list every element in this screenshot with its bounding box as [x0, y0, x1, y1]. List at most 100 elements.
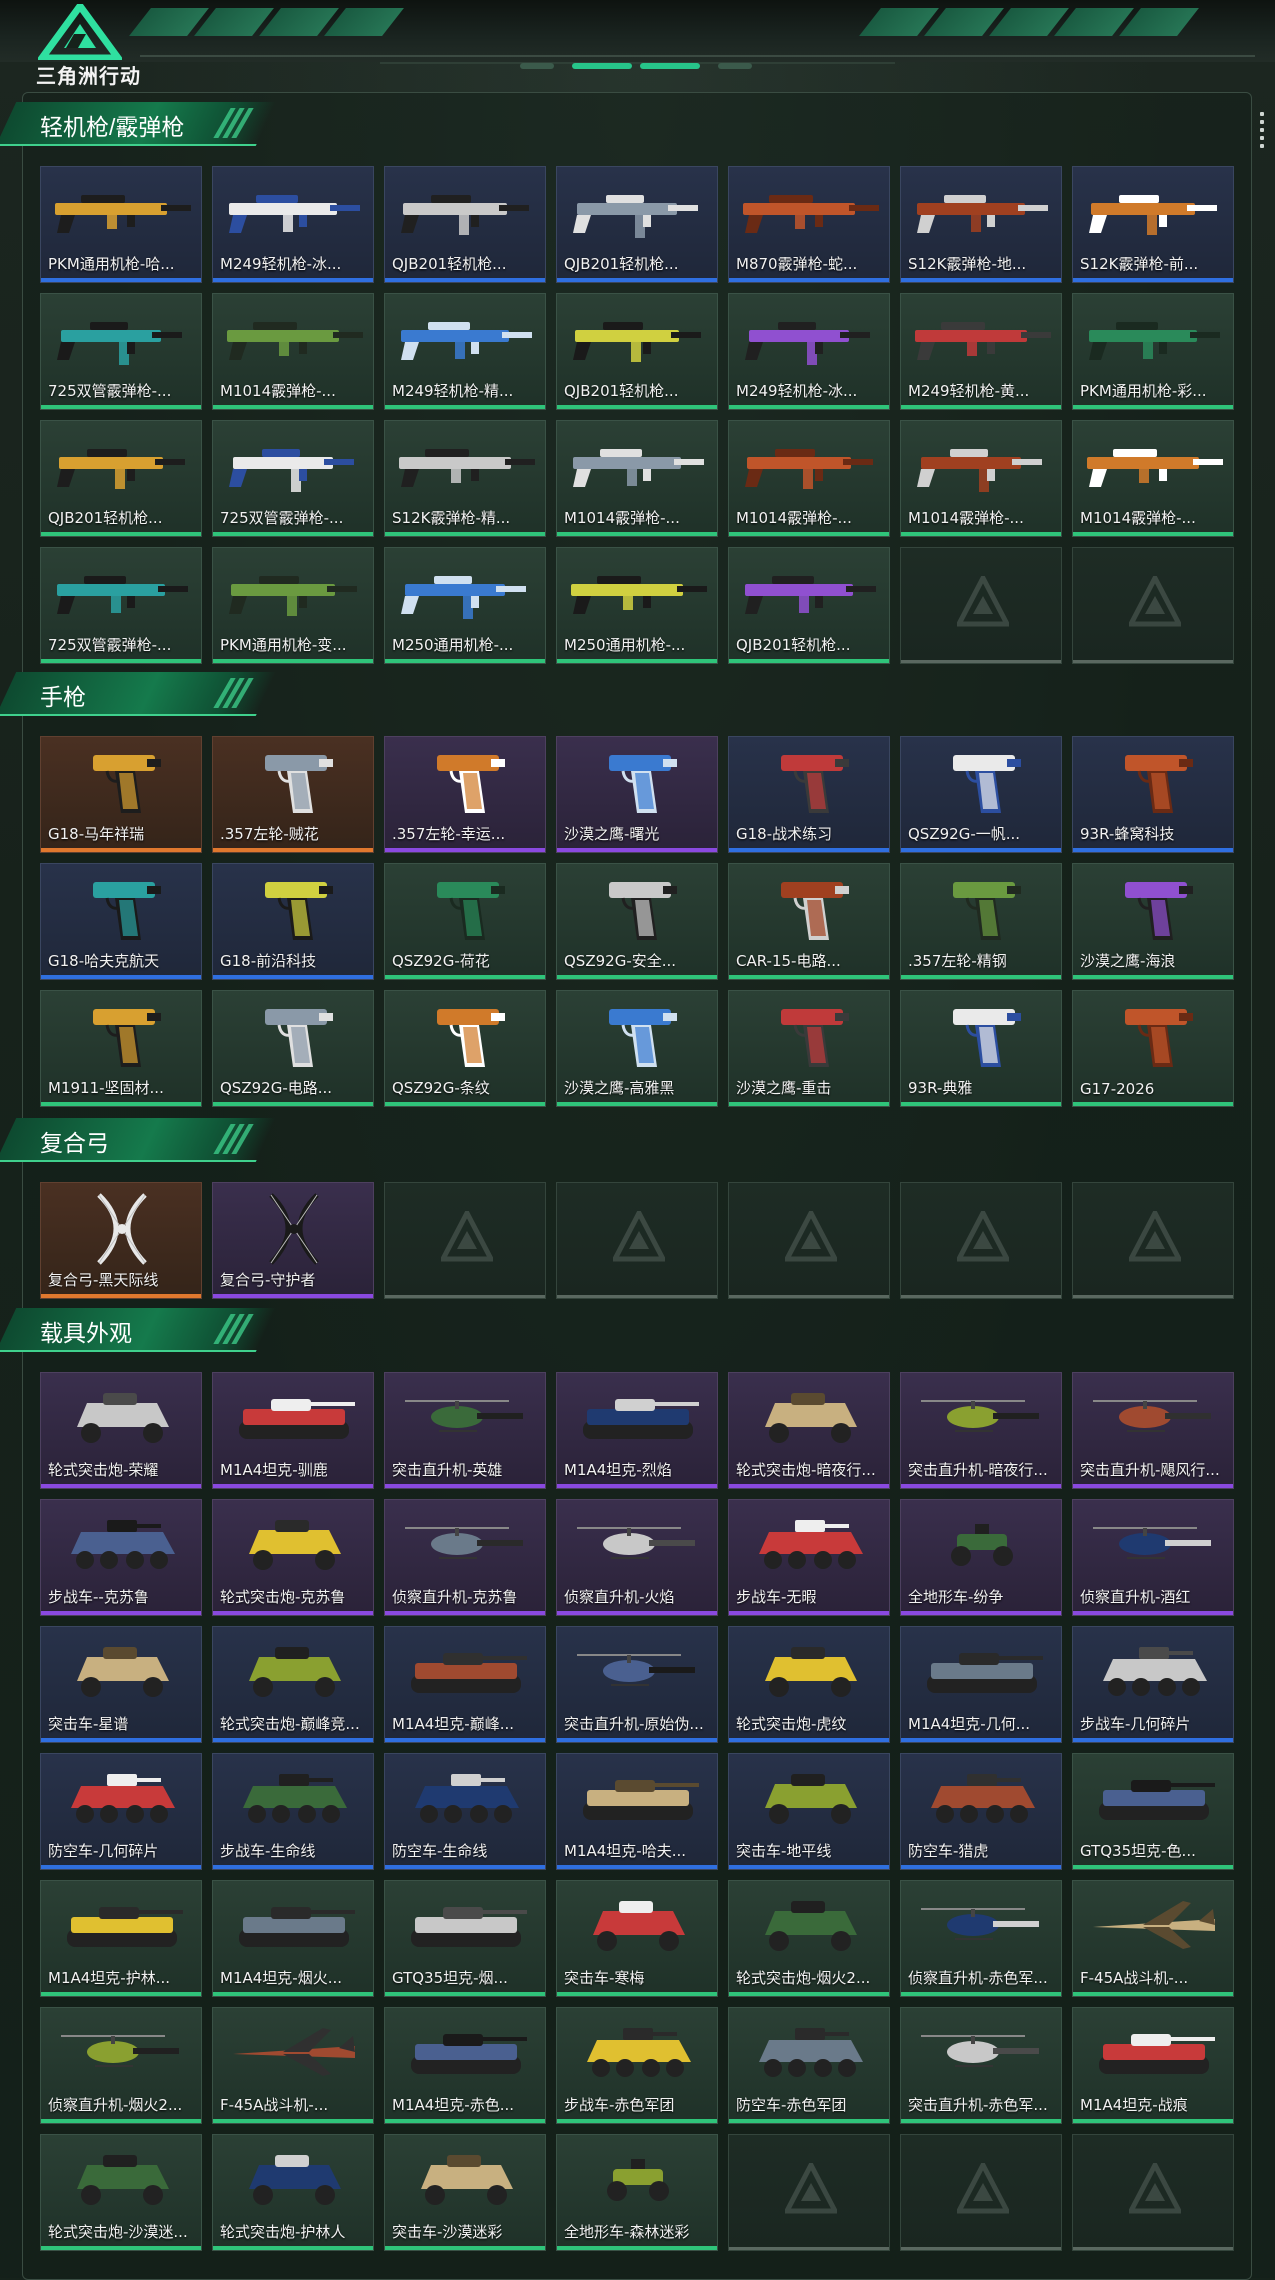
skin-card[interactable]: QSZ92G-荷花: [384, 863, 546, 980]
skin-card[interactable]: 轮式突击炮-荣耀: [40, 1372, 202, 1489]
skin-card[interactable]: 沙漠之鹰-高雅黑: [556, 990, 718, 1107]
skin-card[interactable]: 步战车--克苏鲁: [40, 1499, 202, 1616]
skin-card[interactable]: 突击直升机-英雄: [384, 1372, 546, 1489]
item-grid: 轮式突击炮-荣耀 M1A4坦克-驯鹿 突击直升机-英雄 M1A4坦克-烈焰 轮式…: [40, 1372, 1234, 2251]
skin-card[interactable]: 沙漠之鹰-曙光: [556, 736, 718, 853]
skin-card[interactable]: M870霰弹枪-蛇...: [728, 166, 890, 283]
skin-card[interactable]: QJB201轻机枪...: [384, 166, 546, 283]
skin-card[interactable]: 突击车-星谱: [40, 1626, 202, 1743]
skin-card[interactable]: 沙漠之鹰-海浪: [1072, 863, 1234, 980]
skin-card[interactable]: 轮式突击炮-沙漠迷...: [40, 2134, 202, 2251]
skin-card[interactable]: GTQ35坦克-烟...: [384, 1880, 546, 1997]
skin-card[interactable]: G18-前沿科技: [212, 863, 374, 980]
skin-card[interactable]: 防空车-赤色军团: [728, 2007, 890, 2124]
skin-card[interactable]: 轮式突击炮-护林人: [212, 2134, 374, 2251]
skin-card[interactable]: M1014霰弹枪-...: [556, 420, 718, 537]
skin-card[interactable]: S12K霰弹枪-精...: [384, 420, 546, 537]
skin-card[interactable]: F-45A战斗机-...: [212, 2007, 374, 2124]
skin-card[interactable]: GTQ35坦克-色...: [1072, 1753, 1234, 1870]
skin-card[interactable]: .357左轮-贼花: [212, 736, 374, 853]
skin-card[interactable]: QSZ92G-电路...: [212, 990, 374, 1107]
skin-card[interactable]: 防空车-生命线: [384, 1753, 546, 1870]
skin-card[interactable]: 突击直升机-原始伪...: [556, 1626, 718, 1743]
skin-card[interactable]: 突击车-寒梅: [556, 1880, 718, 1997]
skin-card[interactable]: QSZ92G-安全...: [556, 863, 718, 980]
skin-card[interactable]: S12K霰弹枪-前...: [1072, 166, 1234, 283]
skin-card[interactable]: 轮式突击炮-虎纹: [728, 1626, 890, 1743]
skin-card[interactable]: 步战车-几何碎片: [1072, 1626, 1234, 1743]
skin-card[interactable]: QSZ92G-条纹: [384, 990, 546, 1107]
skin-card[interactable]: M1A4坦克-护林...: [40, 1880, 202, 1997]
skin-card[interactable]: .357左轮-精钢: [900, 863, 1062, 980]
skin-card[interactable]: 93R-蜂窝科技: [1072, 736, 1234, 853]
skin-card[interactable]: M1A4坦克-哈夫...: [556, 1753, 718, 1870]
skin-card[interactable]: M1911-坚固材...: [40, 990, 202, 1107]
vehicle-skin-image: [593, 1901, 685, 1951]
skin-card[interactable]: M1014霰弹枪-...: [1072, 420, 1234, 537]
skin-card[interactable]: 轮式突击炮-巅峰竞...: [212, 1626, 374, 1743]
skin-card[interactable]: S12K霰弹枪-地...: [900, 166, 1062, 283]
skin-card[interactable]: M249轻机枪-黄...: [900, 293, 1062, 410]
skin-card[interactable]: F-45A战斗机-...: [1072, 1880, 1234, 1997]
skin-card[interactable]: 步战车-无暇: [728, 1499, 890, 1616]
skin-card[interactable]: PKM通用机枪-变...: [212, 547, 374, 664]
skin-card[interactable]: M1A4坦克-战痕: [1072, 2007, 1234, 2124]
skin-card[interactable]: PKM通用机枪-哈...: [40, 166, 202, 283]
skin-card[interactable]: .357左轮-幸运...: [384, 736, 546, 853]
skin-card[interactable]: QJB201轻机枪...: [40, 420, 202, 537]
skin-card[interactable]: 侦察直升机-烟火2...: [40, 2007, 202, 2124]
skin-card[interactable]: 侦察直升机-赤色军...: [900, 1880, 1062, 1997]
skin-card[interactable]: M250通用机枪-...: [384, 547, 546, 664]
skin-card[interactable]: M1A4坦克-几何...: [900, 1626, 1062, 1743]
rarity-bar: [557, 1102, 717, 1106]
skin-card[interactable]: M249轻机枪-冰...: [728, 293, 890, 410]
skin-card[interactable]: 步战车-生命线: [212, 1753, 374, 1870]
skin-card[interactable]: 侦察直升机-火焰: [556, 1499, 718, 1616]
skin-card[interactable]: QJB201轻机枪...: [556, 166, 718, 283]
skin-card[interactable]: G18-马年祥瑞: [40, 736, 202, 853]
skin-card[interactable]: M1014霰弹枪-...: [900, 420, 1062, 537]
skin-card[interactable]: M249轻机枪-冰...: [212, 166, 374, 283]
skin-card[interactable]: 725双管霰弹枪-...: [212, 420, 374, 537]
skin-card[interactable]: 轮式突击炮-烟火2...: [728, 1880, 890, 1997]
skin-card[interactable]: M1014霰弹枪-...: [212, 293, 374, 410]
skin-card[interactable]: M1014霰弹枪-...: [728, 420, 890, 537]
skin-card[interactable]: 突击车-地平线: [728, 1753, 890, 1870]
skin-card[interactable]: 侦察直升机-酒红: [1072, 1499, 1234, 1616]
skin-card[interactable]: 突击直升机-暗夜行...: [900, 1372, 1062, 1489]
skin-card[interactable]: PKM通用机枪-彩...: [1072, 293, 1234, 410]
skin-card[interactable]: 全地形车-森林迷彩: [556, 2134, 718, 2251]
skin-card[interactable]: M1A4坦克-赤色...: [384, 2007, 546, 2124]
skin-card[interactable]: M1A4坦克-烈焰: [556, 1372, 718, 1489]
rarity-bar: [41, 1992, 201, 1996]
skin-card[interactable]: M1A4坦克-烟火...: [212, 1880, 374, 1997]
skin-card[interactable]: 防空车-几何碎片: [40, 1753, 202, 1870]
skin-card[interactable]: G17-2026: [1072, 990, 1234, 1107]
skin-card[interactable]: M1A4坦克-驯鹿: [212, 1372, 374, 1489]
skin-card[interactable]: QJB201轻机枪...: [556, 293, 718, 410]
skin-card[interactable]: 突击直升机-赤色军...: [900, 2007, 1062, 2124]
skin-card[interactable]: 沙漠之鹰-重击: [728, 990, 890, 1107]
skin-card[interactable]: 步战车-赤色军团: [556, 2007, 718, 2124]
skin-card[interactable]: 轮式突击炮-克苏鲁: [212, 1499, 374, 1616]
skin-card[interactable]: M1A4坦克-巅峰...: [384, 1626, 546, 1743]
skin-card[interactable]: 侦察直升机-克苏鲁: [384, 1499, 546, 1616]
skin-card[interactable]: 725双管霰弹枪-...: [40, 547, 202, 664]
skin-card[interactable]: 突击直升机-飓风行...: [1072, 1372, 1234, 1489]
skin-card[interactable]: G18-战术练习: [728, 736, 890, 853]
skin-card[interactable]: 全地形车-纷争: [900, 1499, 1062, 1616]
skin-card[interactable]: G18-哈夫克航天: [40, 863, 202, 980]
skin-card[interactable]: M250通用机枪-...: [556, 547, 718, 664]
skin-card[interactable]: 突击车-沙漠迷彩: [384, 2134, 546, 2251]
skin-card[interactable]: 93R-典雅: [900, 990, 1062, 1107]
skin-card[interactable]: QJB201轻机枪...: [728, 547, 890, 664]
scrollbar-handle[interactable]: [1260, 112, 1264, 152]
skin-card[interactable]: M249轻机枪-精...: [384, 293, 546, 410]
skin-card[interactable]: 复合弓-守护者: [212, 1182, 374, 1299]
skin-card[interactable]: 轮式突击炮-暗夜行...: [728, 1372, 890, 1489]
skin-card[interactable]: 复合弓-黑天际线: [40, 1182, 202, 1299]
skin-card[interactable]: 防空车-猎虎: [900, 1753, 1062, 1870]
skin-card[interactable]: QSZ92G-一帆...: [900, 736, 1062, 853]
skin-card[interactable]: CAR-15-电路...: [728, 863, 890, 980]
skin-card[interactable]: 725双管霰弹枪-...: [40, 293, 202, 410]
